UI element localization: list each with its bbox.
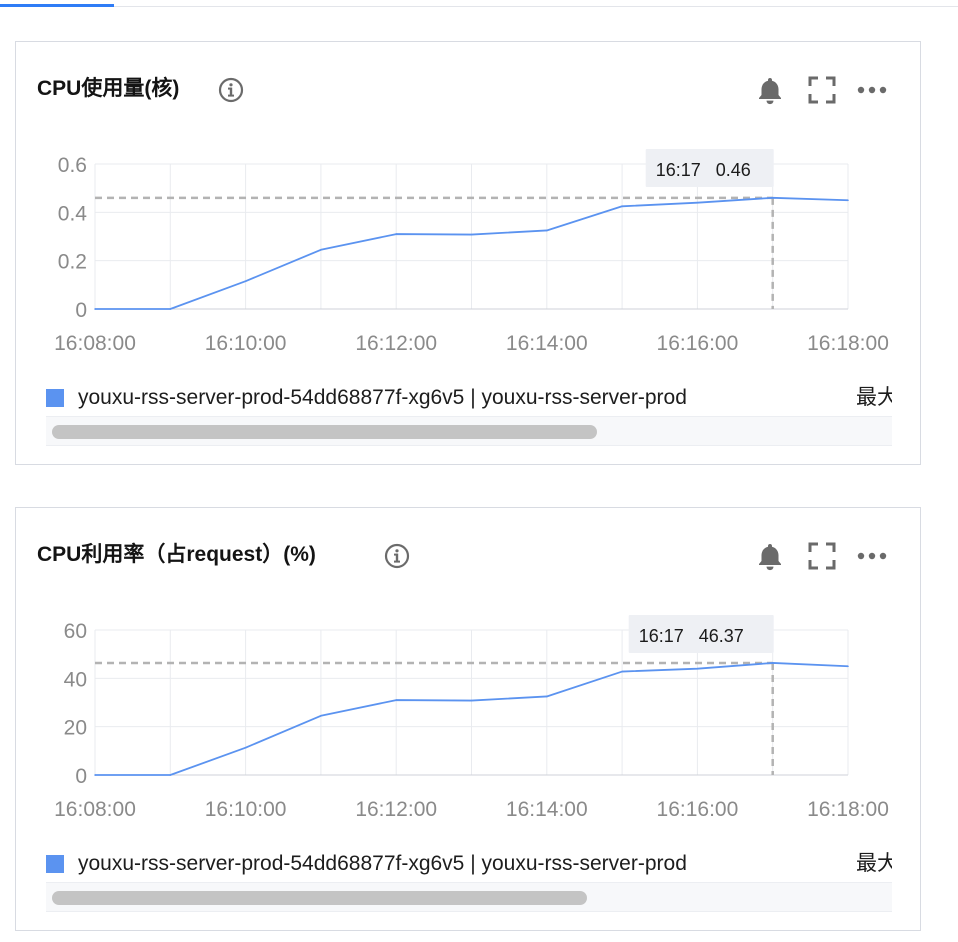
legend-scrollbar[interactable] xyxy=(46,882,892,912)
x-tick-label: 16:10:00 xyxy=(205,798,287,821)
x-tick-label: 16:12:00 xyxy=(355,798,437,821)
y-tick-label: 0.6 xyxy=(58,154,87,177)
tooltip-value: 0.46 xyxy=(716,160,751,180)
legend-swatch xyxy=(46,855,64,873)
data-point xyxy=(621,205,623,208)
x-tick-label: 16:18:00 xyxy=(807,798,889,821)
data-point xyxy=(395,699,398,701)
y-tick-label: 40 xyxy=(64,668,87,691)
cpu-utilization-chart[interactable]: 0 20 40 60 16:08:00 16:10:00 16:12:00 16:14:00 1… xyxy=(16,508,920,848)
y-tick-label: 0 xyxy=(75,299,87,322)
y-tick-label: 0 xyxy=(75,765,87,788)
y-tick-label: 0.4 xyxy=(58,202,88,225)
active-tab-indicator[interactable] xyxy=(0,4,114,7)
legend-scrollbar[interactable] xyxy=(46,416,892,446)
data-point xyxy=(470,233,473,236)
x-tick-label: 16:12:00 xyxy=(355,332,437,355)
cpu-usage-chart[interactable]: 0 0.2 0.4 0.6 16:08:00 16:10:00 16:12:00 16:14:… xyxy=(16,42,920,382)
tooltip-time: 16:17 xyxy=(656,160,701,180)
data-point xyxy=(621,670,623,673)
data-point xyxy=(847,199,849,202)
tab-bar-divider xyxy=(0,6,958,7)
x-tick-label: 16:16:00 xyxy=(657,332,739,355)
data-point xyxy=(94,308,96,310)
legend-scrollbar-thumb[interactable] xyxy=(52,891,587,905)
data-point xyxy=(395,233,398,235)
data-point xyxy=(696,667,699,670)
data-point xyxy=(546,695,548,698)
x-tick-label: 16:08:00 xyxy=(54,332,136,355)
data-point xyxy=(244,746,247,749)
x-tick-label: 16:14:00 xyxy=(506,798,588,821)
x-tick-label: 16:18:00 xyxy=(807,332,889,355)
data-point xyxy=(244,280,247,283)
legend-label: youxu-rss-server-prod-54dd68877f-xg6v5 |… xyxy=(78,852,687,875)
tooltip-value: 46.37 xyxy=(699,626,744,646)
x-tick-label: 16:16:00 xyxy=(657,798,739,821)
x-tick-label: 16:10:00 xyxy=(205,332,287,355)
data-point xyxy=(169,308,172,310)
legend-label: youxu-rss-server-prod-54dd68877f-xg6v5 |… xyxy=(78,386,687,409)
y-tick-label: 60 xyxy=(64,620,87,643)
data-point xyxy=(696,201,699,204)
data-point xyxy=(470,699,473,702)
cpu-utilization-panel: CPU利用率（占request）(%) 0 20 40 60 16:08:00 16:10… xyxy=(15,507,921,931)
legend-swatch xyxy=(46,389,64,407)
x-tick-label: 16:08:00 xyxy=(54,798,136,821)
data-point xyxy=(169,774,172,776)
data-point xyxy=(94,774,96,776)
x-tick-label: 16:14:00 xyxy=(506,332,588,355)
data-point xyxy=(771,197,774,199)
chart-legend[interactable]: youxu-rss-server-prod-54dd68877f-xg6v5 |… xyxy=(46,384,892,414)
cpu-usage-panel: CPU使用量(核) 0 0.2 0.4 0.6 16:08:00 16:10:00 16:1… xyxy=(15,41,921,465)
legend-extra-label: 最大 xyxy=(856,852,892,875)
data-point xyxy=(771,662,774,664)
data-point xyxy=(847,665,849,668)
data-point xyxy=(320,248,322,251)
tab-bar xyxy=(0,0,958,8)
y-tick-label: 20 xyxy=(64,717,87,740)
chart-legend[interactable]: youxu-rss-server-prod-54dd68877f-xg6v5 |… xyxy=(46,850,892,880)
data-point xyxy=(546,229,548,232)
y-tick-label: 0.2 xyxy=(58,251,87,274)
legend-scrollbar-thumb[interactable] xyxy=(52,425,597,439)
data-point xyxy=(320,714,322,717)
tooltip-time: 16:17 xyxy=(639,626,684,646)
legend-extra-label: 最大 xyxy=(856,386,892,409)
